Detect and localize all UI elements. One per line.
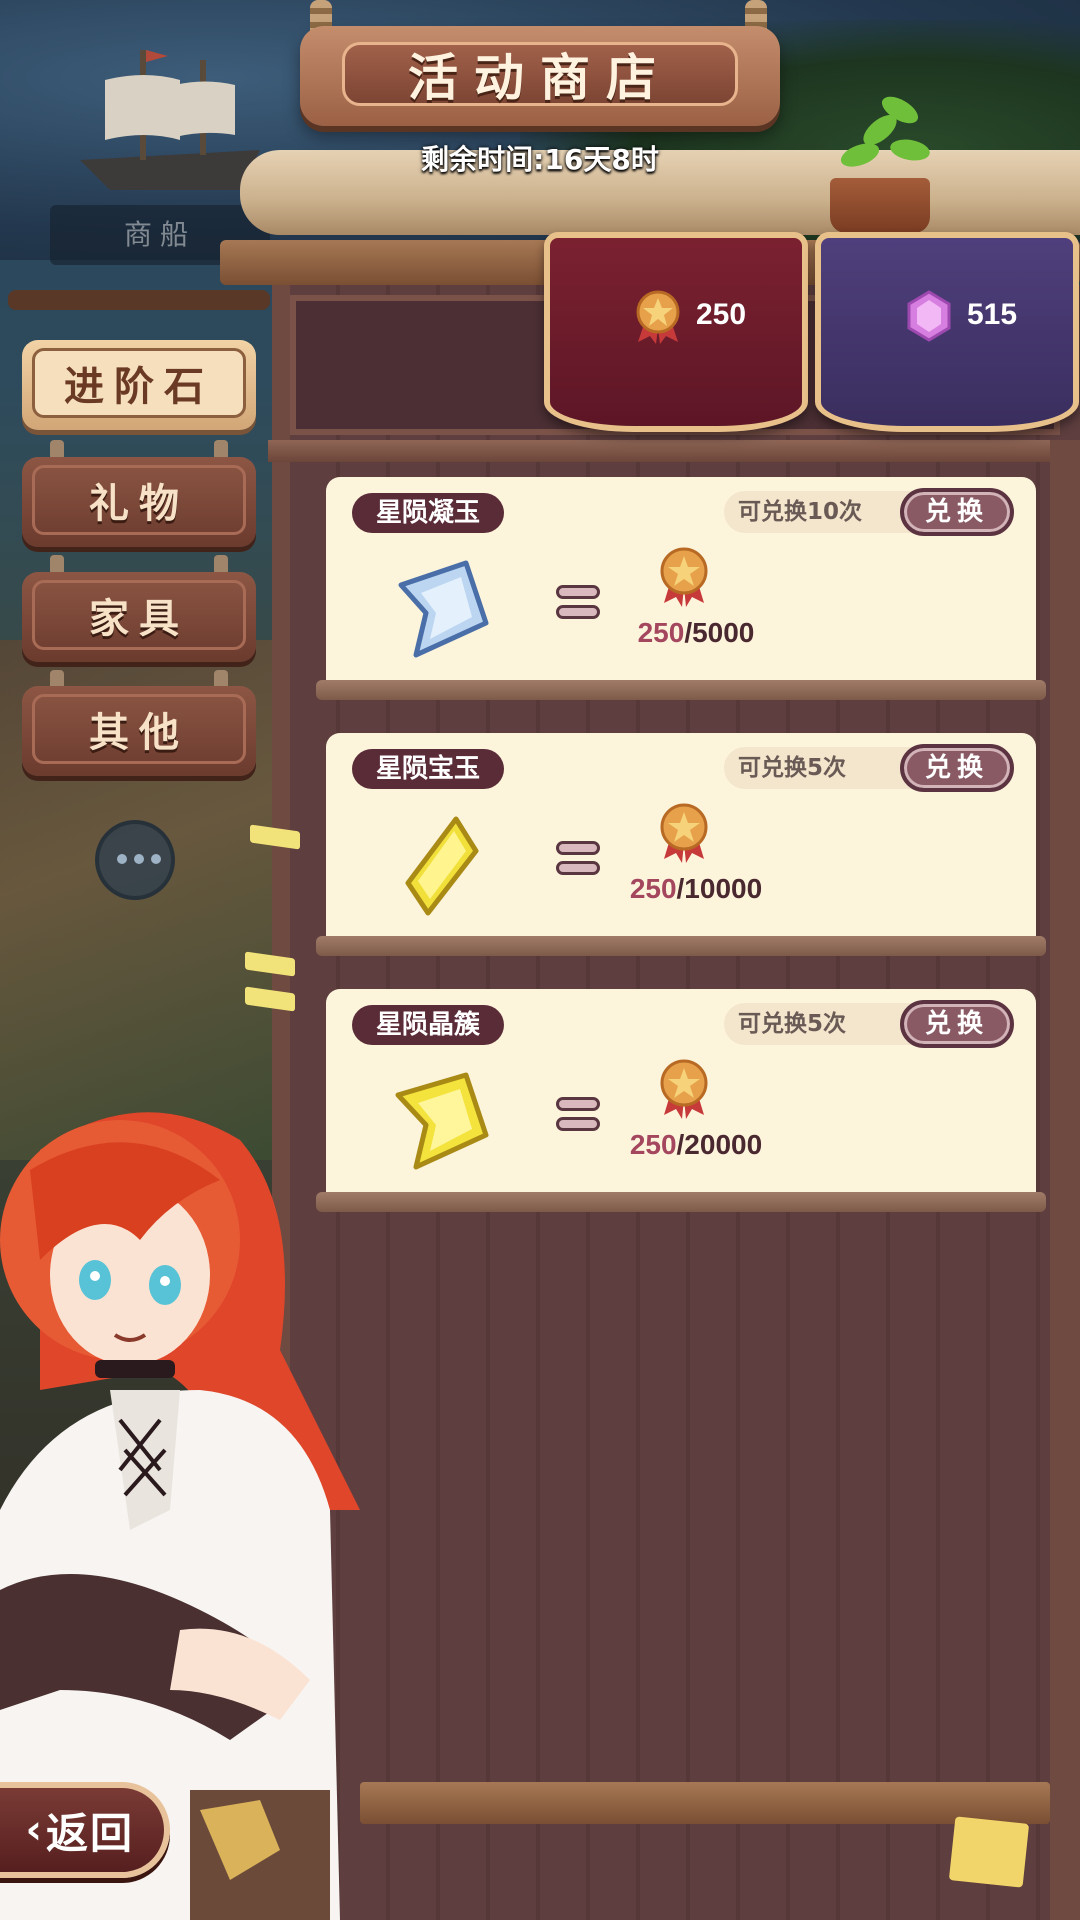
- rolled-cloth: [240, 150, 1080, 235]
- ship-icon: [80, 50, 260, 190]
- owned-amount: 250: [629, 1129, 677, 1160]
- owned-amount: 250: [629, 873, 677, 904]
- cabinet-side: [1050, 440, 1080, 1920]
- category-tab-advance-stone[interactable]: 进阶石: [22, 340, 256, 430]
- exchange-button[interactable]: 兑换: [900, 488, 1014, 536]
- medal-icon: [660, 803, 708, 863]
- equals-icon: [556, 841, 600, 881]
- owned-amount: 250: [637, 617, 685, 648]
- item-cost: 250/5000: [616, 617, 776, 649]
- category-label: 家具: [89, 596, 189, 642]
- item-name: 星陨凝玉: [352, 493, 505, 533]
- chevron-left-icon: ‹: [25, 1807, 42, 1853]
- exchange-limit: 可兑换5次 兑换: [724, 1000, 1014, 1048]
- required-amount: /5000: [684, 617, 755, 648]
- page-title: 活动商店: [408, 49, 672, 107]
- blue-star-gem-icon: [398, 560, 489, 658]
- card-shelf: [316, 680, 1046, 700]
- crystal-currency-banner[interactable]: 515: [815, 232, 1079, 432]
- title-sign: 活动商店: [300, 26, 780, 126]
- category-tab-inner: 其他: [32, 694, 246, 764]
- category-tab-other[interactable]: 其他: [22, 686, 256, 776]
- shop-item-card: 星陨晶簇 可兑换5次 兑换 250/20000: [326, 989, 1036, 1199]
- back-label: 返回: [45, 1808, 134, 1858]
- medal-icon: [660, 1059, 708, 1119]
- cabinet-rail: [268, 440, 1080, 462]
- category-tab-inner: 家具: [32, 580, 246, 650]
- exchange-limit-text: 可兑换5次: [738, 1011, 847, 1037]
- required-amount: /20000: [676, 1129, 763, 1160]
- category-label: 进阶石: [64, 364, 214, 410]
- chat-bubble-icon: [95, 820, 175, 900]
- shop-item-card: 星陨宝玉 可兑换5次 兑换 250/10000: [326, 733, 1036, 943]
- category-label: 其他: [89, 710, 189, 756]
- card-shelf: [316, 936, 1046, 956]
- crystal-icon: [907, 290, 951, 342]
- category-tab-gifts[interactable]: 礼物: [22, 457, 256, 547]
- medal-currency-banner[interactable]: 250: [544, 232, 808, 432]
- yellow-crystal-icon: [405, 816, 479, 916]
- card-shelf: [316, 1192, 1046, 1212]
- equals-icon: [556, 585, 600, 625]
- category-tab-inner: 进阶石: [32, 348, 246, 418]
- medal-icon: [660, 547, 708, 607]
- exchange-limit: 可兑换10次 兑换: [724, 488, 1014, 536]
- exchange-limit: 可兑换5次 兑换: [724, 744, 1014, 792]
- exchange-limit-text: 可兑换10次: [738, 499, 863, 525]
- medal-icon: [636, 290, 680, 344]
- item-cost: 250/20000: [616, 1129, 776, 1161]
- back-button[interactable]: ‹ 返回: [0, 1782, 170, 1878]
- item-cost: 250/10000: [616, 873, 776, 905]
- remaining-time: 剩余时间:16天8时: [421, 143, 659, 176]
- category-label: 礼物: [89, 481, 189, 527]
- menu-hanger: [8, 290, 270, 310]
- bottom-beam: [360, 1782, 1050, 1824]
- item-name: 星陨宝玉: [352, 749, 505, 789]
- item-name: 星陨晶簇: [352, 1005, 505, 1045]
- sticky-note-icon: [948, 1816, 1030, 1888]
- exchange-button[interactable]: 兑换: [900, 744, 1014, 792]
- title-inner: 活动商店: [342, 42, 738, 107]
- plant-pot-icon: [830, 178, 930, 233]
- equals-icon: [556, 1097, 600, 1137]
- crystal-currency-amount: 515: [967, 298, 1018, 331]
- category-tab-inner: 礼物: [32, 465, 246, 535]
- category-tab-furniture[interactable]: 家具: [22, 572, 256, 662]
- required-amount: /10000: [676, 873, 763, 904]
- exchange-button[interactable]: 兑换: [900, 1000, 1014, 1048]
- medal-currency-amount: 250: [696, 298, 747, 331]
- yellow-star-gem-icon: [395, 1072, 489, 1170]
- exchange-limit-text: 可兑换5次: [738, 755, 847, 781]
- shop-item-card: 星陨凝玉 可兑换10次 兑换 250/5000: [326, 477, 1036, 687]
